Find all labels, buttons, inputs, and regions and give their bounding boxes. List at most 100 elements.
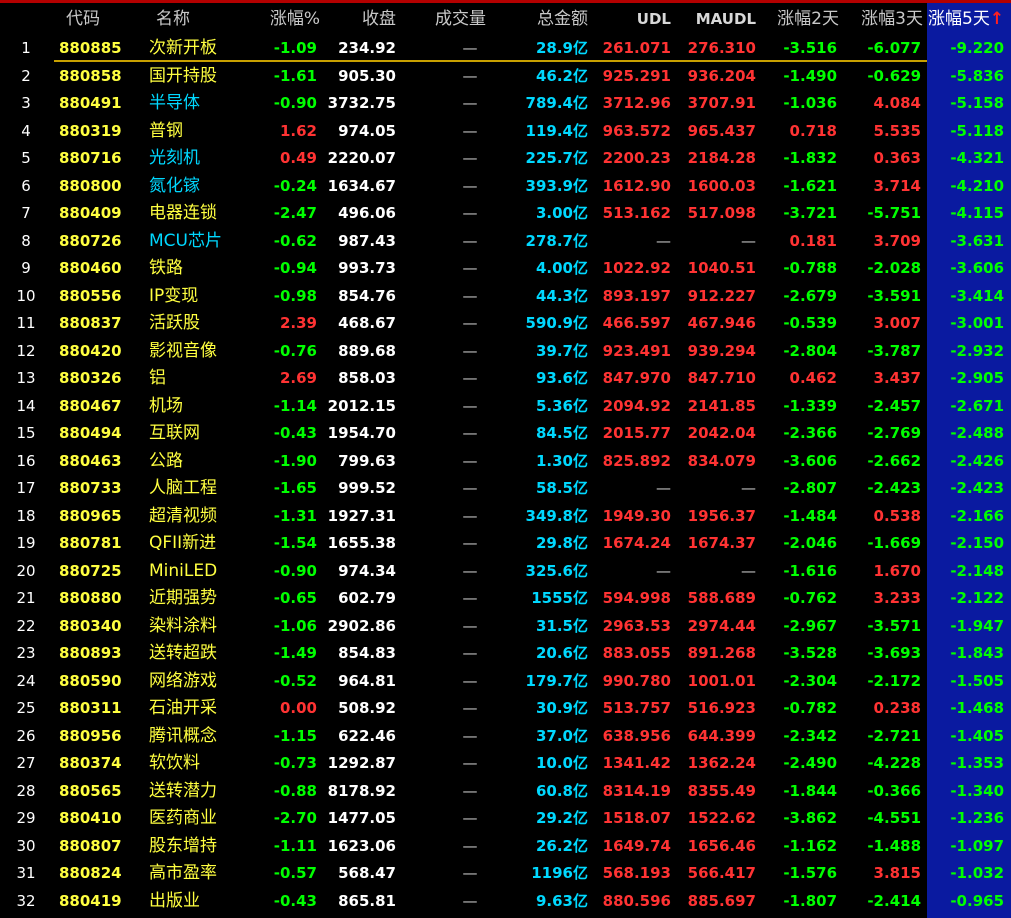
sector-code: 880800 [59, 176, 122, 195]
table-row[interactable]: 8 880726 MCU芯片 -0.62 987.43—278.7亿 — —0.181 3.7… [0, 228, 1011, 255]
table-row[interactable]: 26 880956 腾讯概念 -1.15 622.46—37.0亿 638.956 644.… [0, 723, 1011, 750]
close-price-cell: 1655.38 [327, 534, 396, 552]
change-3d-cell: 3.437 [873, 369, 921, 387]
change-pct-cell: 2.69 [279, 369, 317, 387]
table-row[interactable]: 31 880824 高市盈率 -0.57 568.47—1196亿 568.193 566.… [0, 860, 1011, 887]
udl-cell: 513.757 [602, 699, 671, 717]
change-pct-cell: -0.57 [273, 864, 317, 882]
header-name[interactable]: 名称 [156, 5, 216, 33]
table-row[interactable]: 12 880420 影视音像 -0.76 889.68—39.7亿 923.491 939.… [0, 338, 1011, 365]
row-number: 12 [16, 341, 36, 360]
total-amount-cell: 84.5亿 [535, 424, 588, 442]
change-2d-cell: -1.807 [783, 891, 837, 910]
sector-code: 880837 [59, 314, 122, 332]
header-change-5d[interactable]: 涨幅5天↑ [928, 5, 1011, 33]
udl-cell: — [656, 231, 671, 250]
maudl-cell: 588.689 [687, 589, 756, 607]
header-close[interactable]: 收盘 [330, 5, 396, 33]
header-change-3d[interactable]: 涨幅3天 [843, 5, 923, 33]
table-row[interactable]: 2 880858 国开持股 -1.61 905.30—46.2亿 925.291 936.2… [0, 63, 1011, 90]
change-3d-cell: 0.363 [873, 149, 921, 167]
table-row[interactable]: 19 880781 QFII新进 -1.54 1655.38—29.8亿 1674.24 1… [0, 530, 1011, 557]
volume-cell: — [462, 534, 478, 552]
row-number: 27 [16, 754, 36, 772]
udl-cell: 638.956 [602, 726, 671, 745]
change-3d-cell: -3.591 [867, 286, 921, 305]
header-change-2d[interactable]: 涨幅2天 [760, 5, 839, 33]
table-row[interactable]: 20 880725 MiniLED -0.90 974.34—325.6亿 — — -1.61… [0, 558, 1011, 585]
change-pct-cell: 0.49 [279, 149, 317, 167]
volume-cell: — [462, 451, 478, 470]
maudl-cell: 1362.24 [687, 754, 756, 772]
total-amount-cell: 20.6亿 [535, 644, 588, 662]
sector-code: 880858 [59, 66, 122, 85]
change-3d-cell: -4.228 [867, 754, 921, 772]
udl-cell: 925.291 [602, 66, 671, 85]
table-row[interactable]: 3 880491 半导体 -0.90 3732.75—789.4亿 3712.96 3707… [0, 90, 1011, 117]
change-2d-cell: -3.721 [783, 204, 837, 222]
change-2d-cell: -0.762 [783, 589, 837, 607]
table-row[interactable]: 18 880965 超清视频 -1.31 1927.31—349.8亿 1949.30 19… [0, 503, 1011, 530]
change-3d-cell: 5.535 [873, 121, 921, 140]
row-number: 8 [21, 231, 31, 250]
table-row[interactable]: 14 880467 机场 -1.14 2012.15—5.36亿 2094.92 2141.… [0, 393, 1011, 420]
maudl-cell: 1674.37 [687, 534, 756, 552]
table-row[interactable]: 23 880893 送转超跌 -1.49 854.83—20.6亿 883.055 891.… [0, 640, 1011, 667]
table-row[interactable]: 5 880716 光刻机 0.49 2220.07—225.7亿 2200.23 2184.… [0, 145, 1011, 172]
volume-cell: — [462, 726, 478, 745]
table-row[interactable]: 22 880340 染料涂料 -1.06 2902.86—31.5亿 2963.53 297… [0, 613, 1011, 640]
udl-cell: 2200.23 [602, 149, 671, 167]
table-row[interactable]: 30 880807 股东增持 -1.11 1623.06—26.2亿 1649.74 165… [0, 833, 1011, 860]
sector-code: 880420 [59, 341, 122, 360]
table-row[interactable]: 10 880556 IP变现 -0.98 854.76—44.3亿 893.197 912.… [0, 283, 1011, 310]
table-row[interactable]: 1 880885 次新开板 -1.09 234.92—28.9亿 261.071 276.3… [0, 35, 1011, 62]
header-udl[interactable]: UDL [610, 5, 671, 33]
header-code[interactable]: 代码 [66, 5, 126, 33]
table-row[interactable]: 6 880800 氮化镓 -0.24 1634.67—393.9亿 1612.90 1600… [0, 173, 1011, 200]
table-row[interactable]: 7 880409 电器连锁 -2.47 496.06—3.00亿 513.162 517.0… [0, 200, 1011, 227]
table-row[interactable]: 24 880590 网络游戏 -0.52 964.81—179.7亿 990.780 100… [0, 668, 1011, 695]
close-price-cell: 1623.06 [327, 836, 396, 855]
row-number: 13 [16, 369, 36, 387]
change-2d-cell: -2.967 [783, 616, 837, 635]
change-2d-cell: 0.462 [789, 369, 837, 387]
total-amount-cell: 31.5亿 [535, 616, 588, 635]
table-row[interactable]: 17 880733 人脑工程 -1.65 999.52—58.5亿 — — -2.807 -2.… [0, 475, 1011, 502]
header-volume[interactable]: 成交量 [410, 5, 486, 33]
total-amount-cell: 3.00亿 [535, 204, 588, 222]
change-2d-cell: -3.606 [783, 451, 837, 470]
table-row[interactable]: 21 880880 近期强势 -0.65 602.79—1555亿 594.998 588.… [0, 585, 1011, 612]
sector-code: 880311 [59, 699, 122, 717]
table-row[interactable]: 32 880419 出版业 -0.43 865.81—9.63亿 880.596 885.6… [0, 888, 1011, 915]
maudl-cell: 2974.44 [687, 616, 756, 635]
sector-code: 880726 [59, 231, 122, 250]
udl-cell: 568.193 [602, 864, 671, 882]
maudl-cell: 566.417 [687, 864, 756, 882]
change-3d-cell: -2.769 [867, 424, 921, 442]
change-2d-cell: -2.804 [783, 341, 837, 360]
table-row[interactable]: 25 880311 石油开采 0.00 508.92—30.9亿 513.757 516.9… [0, 695, 1011, 722]
sector-code: 880410 [59, 809, 122, 827]
header-maudl[interactable]: MAUDL [676, 5, 756, 33]
header-total-amount[interactable]: 总金额 [510, 5, 588, 33]
change-pct-cell: -0.43 [273, 891, 317, 910]
total-amount-cell: 590.9亿 [525, 314, 588, 332]
row-number: 6 [21, 176, 31, 195]
change-2d-cell: -1.621 [783, 176, 837, 195]
table-row[interactable]: 9 880460 铁路 -0.94 993.73—4.00亿 1022.92 1040.51… [0, 255, 1011, 282]
table-row[interactable]: 16 880463 公路 -1.90 799.63—1.30亿 825.892 834.07… [0, 448, 1011, 475]
change-5d-cell: -2.423 [950, 479, 1004, 497]
row-number: 28 [16, 781, 36, 800]
header-change-pct[interactable]: 涨幅% [250, 5, 320, 33]
maudl-cell: 3707.91 [687, 94, 756, 112]
table-row[interactable]: 11 880837 活跃股 2.39 468.67—590.9亿 466.597 467.9… [0, 310, 1011, 337]
close-price-cell: 508.92 [338, 699, 396, 717]
table-row[interactable]: 28 880565 送转潜力 -0.88 8178.92—60.8亿 8314.19 835… [0, 778, 1011, 805]
change-3d-cell: -2.172 [867, 671, 921, 690]
change-2d-cell: 0.718 [789, 121, 837, 140]
table-row[interactable]: 27 880374 软饮料 -0.73 1292.87—10.0亿 1341.42 1362… [0, 750, 1011, 777]
table-row[interactable]: 13 880326 铝 2.69 858.03—93.6亿 847.970 847.710 0… [0, 365, 1011, 392]
table-row[interactable]: 4 880319 普钢 1.62 974.05—119.4亿 963.572 965.437… [0, 118, 1011, 145]
table-row[interactable]: 15 880494 互联网 -0.43 1954.70—84.5亿 2015.77 2042… [0, 420, 1011, 447]
table-row[interactable]: 29 880410 医药商业 -2.70 1477.05—29.2亿 1518.07 152… [0, 805, 1011, 832]
